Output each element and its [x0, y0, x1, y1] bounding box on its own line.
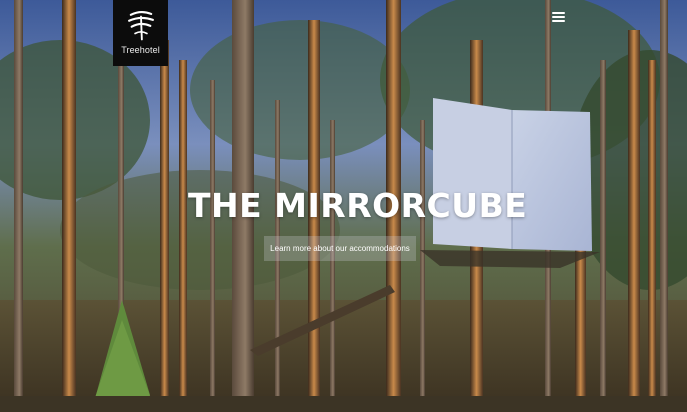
tree-logo-icon [127, 10, 154, 41]
brand-name: Treehotel [121, 45, 160, 55]
brand-logo[interactable]: Treehotel [113, 0, 168, 66]
menu-line-icon [552, 11, 565, 15]
menu-line-icon [552, 19, 565, 23]
hero-banner: Treehotel THE MIRRORCUBE Learn more abou… [0, 0, 687, 412]
hero-title: THE MIRRORCUBE [188, 186, 528, 225]
hamburger-menu-icon[interactable] [552, 10, 568, 24]
learn-more-button[interactable]: Learn more about our accommodations [264, 236, 416, 261]
menu-line-icon [552, 15, 565, 19]
